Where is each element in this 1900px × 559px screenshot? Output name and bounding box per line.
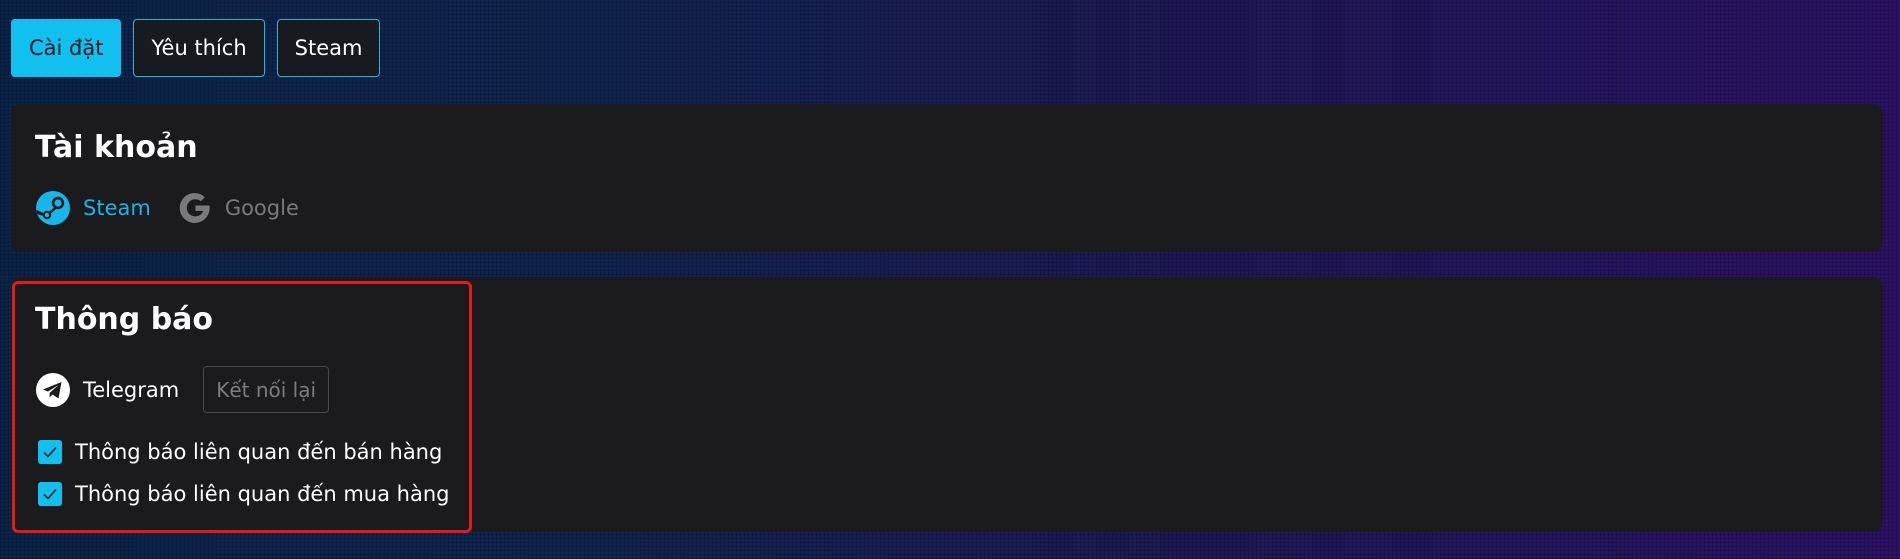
tab-favorites[interactable]: Yêu thích [133,19,265,77]
telegram-label: Telegram [83,377,180,402]
tab-bar: Cài đặt Yêu thích Steam [11,19,381,77]
checkmark-icon [43,446,57,458]
purchase-notification-label: Thông báo liên quan đến mua hàng [75,482,450,506]
notifications-title: Thông báo [35,302,214,337]
tab-settings[interactable]: Cài đặt [11,19,122,77]
checkmark-icon [43,488,57,500]
account-card: Tài khoản Steam Google [11,104,1883,252]
telegram-row: Telegram Kết nối lại [35,366,330,413]
account-title: Tài khoản [35,130,198,165]
notifications-card: Thông báo Telegram Kết nối lại Thông báo… [11,277,1883,532]
sales-notification-checkbox[interactable] [38,440,62,464]
google-account-label: Google [224,196,299,220]
steam-icon [35,190,71,226]
google-icon [177,190,213,226]
steam-account-link[interactable]: Steam [35,190,151,226]
purchase-notification-checkbox[interactable] [38,482,62,506]
telegram-icon [35,372,71,408]
steam-account-label: Steam [83,196,151,220]
sales-notification-label: Thông báo liên quan đến bán hàng [75,440,443,464]
account-providers: Steam Google [35,190,299,226]
tab-steam[interactable]: Steam [276,19,381,77]
reconnect-button[interactable]: Kết nối lại [203,366,330,413]
purchase-notification-option[interactable]: Thông báo liên quan đến mua hàng [38,482,449,506]
google-account-link[interactable]: Google [177,190,299,226]
sales-notification-option[interactable]: Thông báo liên quan đến bán hàng [38,440,442,464]
